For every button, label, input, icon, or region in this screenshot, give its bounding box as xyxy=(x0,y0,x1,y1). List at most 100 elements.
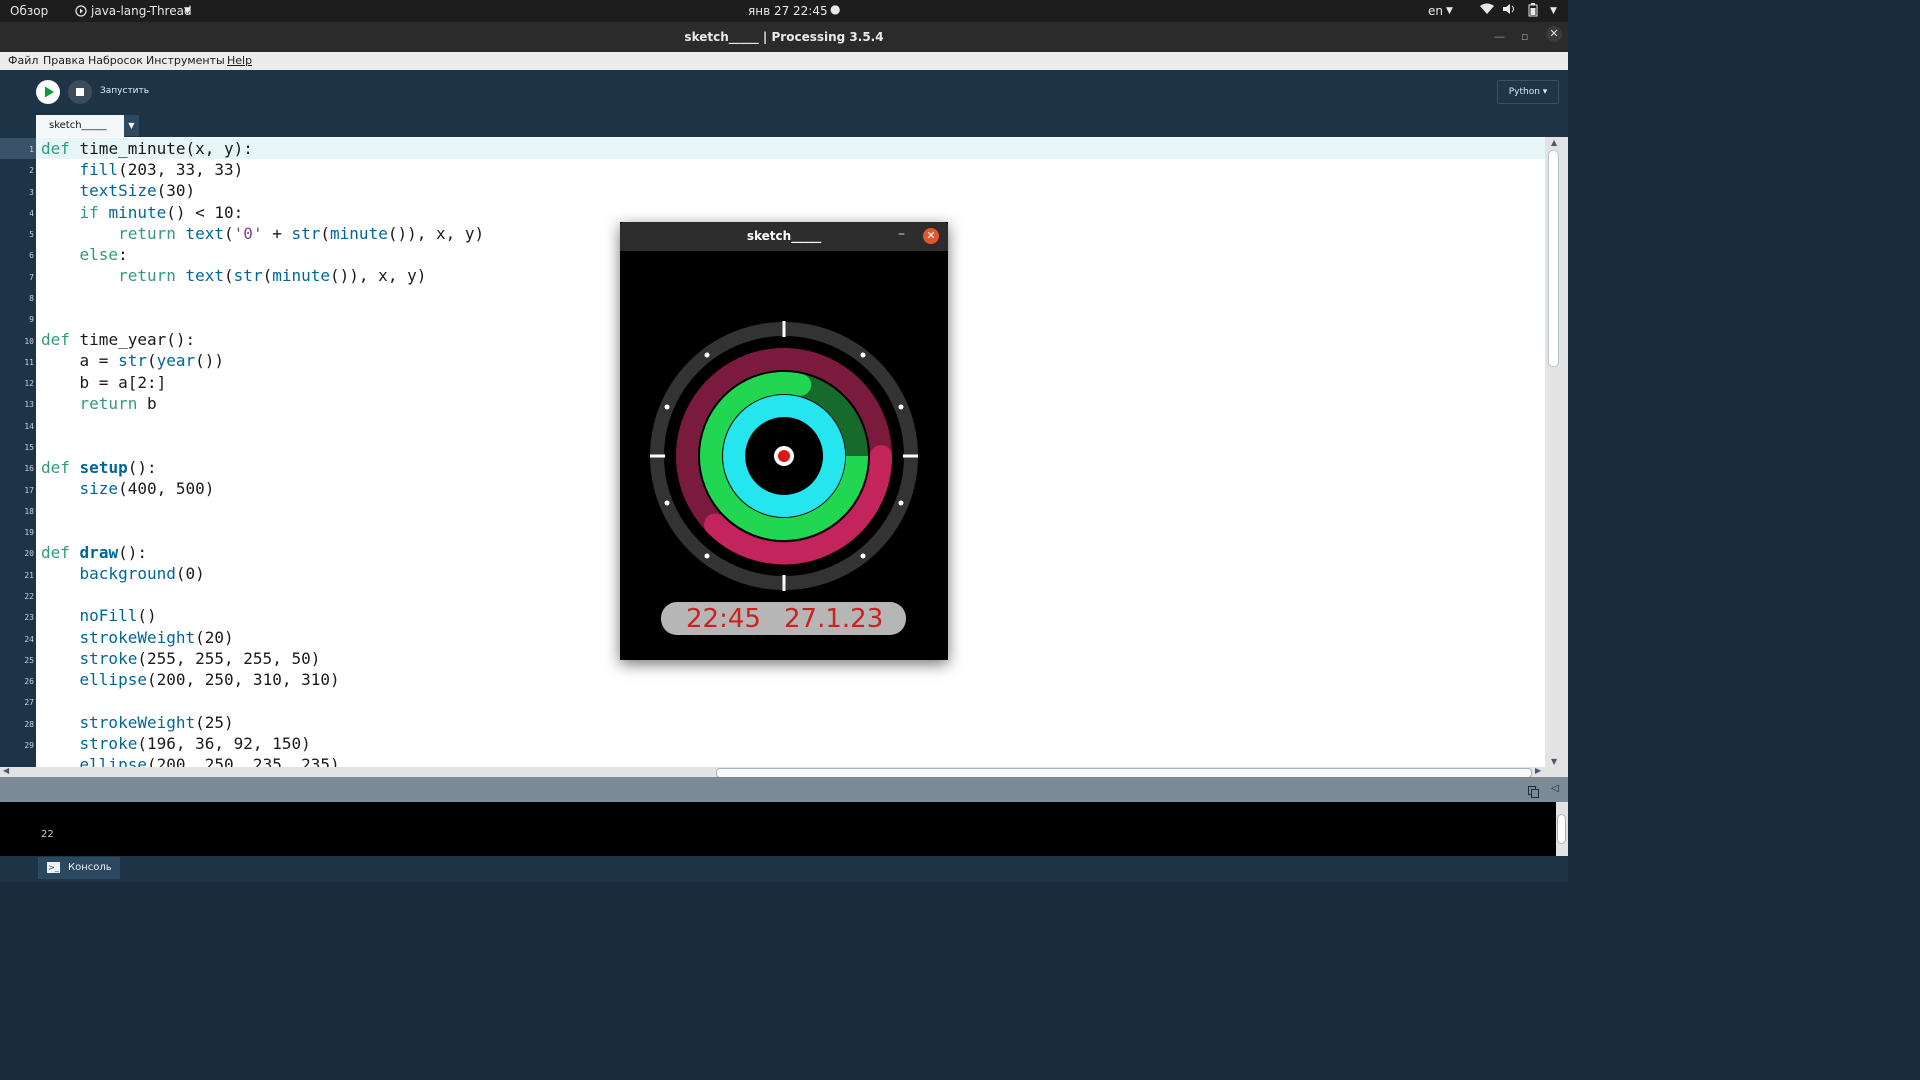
battery-icon[interactable] xyxy=(1528,3,1538,20)
code-line[interactable]: textSize(30) xyxy=(41,181,196,200)
dial-dot xyxy=(664,404,670,410)
tab-sketch[interactable]: sketch_____ xyxy=(36,115,124,137)
console-scrollbar[interactable] xyxy=(1556,802,1568,856)
clock-time: 22:45 xyxy=(686,604,761,634)
scroll-left-icon[interactable]: ◀ xyxy=(3,766,9,775)
console-output-area[interactable] xyxy=(0,802,1556,856)
dial-dot xyxy=(704,553,710,559)
line-number: 28 xyxy=(24,720,34,729)
activities-button[interactable]: Обзор xyxy=(10,4,48,18)
toolbar xyxy=(0,70,1568,137)
window-title-bar: sketch_____ | Processing 3.5.4 — ▫ ✕ xyxy=(0,22,1568,52)
code-line[interactable]: b = a[2:] xyxy=(41,373,167,392)
sketch-title-bar[interactable]: sketch_____ – ✕ xyxy=(620,222,948,251)
green-ring-arc-top xyxy=(773,371,812,396)
footer-bar xyxy=(0,856,1568,882)
chevron-down-icon: ▼ xyxy=(1446,6,1453,16)
maximize-icon[interactable]: ▫ xyxy=(1521,30,1528,43)
code-line[interactable]: return text('0' + str(minute()), x, y) xyxy=(41,224,484,243)
wifi-icon[interactable] xyxy=(1480,3,1494,18)
notification-dot-icon: ● xyxy=(830,2,841,16)
system-clock[interactable]: янв 27 22:45 xyxy=(748,4,828,18)
line-number: 1 xyxy=(29,145,34,154)
code-line[interactable]: ellipse(200, 250, 235, 235) xyxy=(41,755,340,767)
code-line[interactable]: return text(str(minute()), x, y) xyxy=(41,266,426,285)
code-line[interactable]: if minute() < 10: xyxy=(41,203,244,222)
line-number: 9 xyxy=(29,315,34,324)
line-number: 10 xyxy=(24,337,34,346)
scroll-right-icon[interactable]: ▶ xyxy=(1535,766,1541,775)
menu-tools[interactable]: Инструменты xyxy=(146,54,225,67)
code-line[interactable]: strokeWeight(25) xyxy=(41,713,234,732)
dial-dot xyxy=(898,500,904,506)
code-line[interactable]: noFill() xyxy=(41,606,157,625)
line-number: 19 xyxy=(24,528,34,537)
code-line[interactable]: background(0) xyxy=(41,564,205,583)
code-line[interactable]: def draw(): xyxy=(41,543,147,562)
volume-icon[interactable] xyxy=(1502,3,1516,18)
line-number: 6 xyxy=(29,251,34,260)
console-scroll-thumb[interactable] xyxy=(1557,814,1566,844)
code-line[interactable]: stroke(255, 255, 255, 50) xyxy=(41,649,321,668)
line-number: 5 xyxy=(29,230,34,239)
app-menu-icon[interactable] xyxy=(75,4,87,18)
line-number: 4 xyxy=(29,209,34,218)
code-line[interactable]: return b xyxy=(41,394,157,413)
minimize-icon[interactable]: — xyxy=(1494,30,1505,43)
line-number: 7 xyxy=(29,273,34,282)
scroll-up-icon[interactable]: ▲ xyxy=(1551,138,1557,147)
menu-file[interactable]: Файл xyxy=(8,54,38,67)
line-number: 18 xyxy=(24,507,34,516)
center-dot-inner xyxy=(778,450,790,462)
line-number: 3 xyxy=(29,188,34,197)
console-tab[interactable]: >_ Консоль xyxy=(38,857,120,879)
clock-date: 27.1.23 xyxy=(784,604,884,634)
vertical-scroll-thumb[interactable] xyxy=(1548,150,1559,367)
line-number: 14 xyxy=(24,422,34,431)
sketch-minimize-icon[interactable]: – xyxy=(898,226,905,242)
code-line[interactable]: else: xyxy=(41,245,128,264)
chevron-down-icon: ▼ xyxy=(184,6,191,16)
stop-icon xyxy=(76,88,84,96)
menu-edit[interactable]: Правка xyxy=(43,54,85,67)
scroll-down-icon[interactable]: ▼ xyxy=(1551,757,1557,766)
sketch-window[interactable]: sketch_____ – ✕ 22:45 27.1.23 xyxy=(620,222,948,660)
code-line[interactable]: ellipse(200, 250, 310, 310) xyxy=(41,670,340,689)
line-number: 23 xyxy=(24,613,34,622)
menu-help[interactable]: Help xyxy=(227,54,252,67)
play-icon xyxy=(45,86,54,98)
menu-sketch[interactable]: Набросок xyxy=(88,54,143,67)
dial-dot xyxy=(704,352,710,358)
close-icon[interactable]: ✕ xyxy=(1546,26,1562,42)
line-number: 2 xyxy=(29,166,34,175)
line-number: 24 xyxy=(24,635,34,644)
code-line[interactable]: strokeWeight(20) xyxy=(41,628,234,647)
tab-menu-arrow-icon[interactable]: ▼ xyxy=(124,115,139,136)
dial-dot xyxy=(860,553,866,559)
language-indicator[interactable]: en xyxy=(1428,4,1443,18)
code-line[interactable]: stroke(196, 36, 92, 150) xyxy=(41,734,311,753)
menu-bar: Файл Правка Набросок Инструменты Help xyxy=(0,52,1568,70)
copy-icon[interactable] xyxy=(1528,783,1539,802)
sketch-close-icon[interactable]: ✕ xyxy=(923,228,939,244)
line-number: 12 xyxy=(24,379,34,388)
stop-button[interactable] xyxy=(68,80,92,104)
terminal-icon: >_ xyxy=(47,862,60,873)
line-number: 17 xyxy=(24,486,34,495)
system-top-bar: Обзор java-lang-Thread ▼ янв 27 22:45 ● … xyxy=(0,0,1568,22)
line-number: 16 xyxy=(24,464,34,473)
line-number: 20 xyxy=(24,549,34,558)
code-line[interactable]: fill(203, 33, 33) xyxy=(41,160,244,179)
code-line[interactable]: def time_minute(x, y): xyxy=(41,139,253,158)
app-menu-button[interactable]: java-lang-Thread xyxy=(91,4,192,18)
line-number: 8 xyxy=(29,294,34,303)
code-line[interactable]: a = str(year()) xyxy=(41,351,225,370)
code-line[interactable]: size(400, 500) xyxy=(41,479,215,498)
console-tab-label: Консоль xyxy=(68,862,112,873)
window-title: sketch_____ | Processing 3.5.4 xyxy=(684,30,884,44)
code-line[interactable]: def time_year(): xyxy=(41,330,195,349)
code-line[interactable]: def setup(): xyxy=(41,458,157,477)
run-button[interactable] xyxy=(36,80,60,104)
collapse-console-icon[interactable]: ◁ xyxy=(1551,783,1559,794)
mode-selector[interactable]: Python ▾ xyxy=(1497,80,1559,104)
